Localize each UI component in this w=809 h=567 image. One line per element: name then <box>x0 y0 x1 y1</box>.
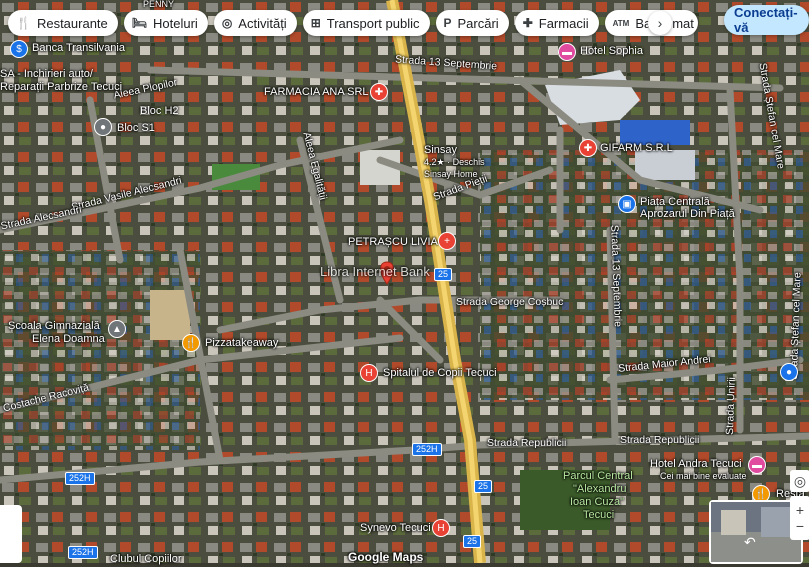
street-label: Strada Republicii <box>487 437 567 449</box>
restaurant-icon[interactable]: 🍴 <box>182 334 200 352</box>
chip-label: Parcări <box>457 15 499 31</box>
place-rating: 4.2★ · Deschis <box>424 157 485 167</box>
street-label: Strada George Coșbuc <box>456 296 564 308</box>
building-icon[interactable]: ● <box>94 118 112 136</box>
school-icon[interactable]: ▲ <box>108 320 126 338</box>
place-label[interactable]: Clubul Copiilor <box>110 553 182 565</box>
place-label[interactable]: Piața Centrală <box>640 196 710 208</box>
place-subtitle: Cei mai bine evaluate <box>660 471 747 481</box>
place-label[interactable]: PETRAȘCU LIVIA <box>348 236 438 248</box>
road-shield: 25 <box>474 480 493 493</box>
pharmacy-icon[interactable]: ✚ <box>579 139 597 157</box>
zoom-controls[interactable]: + − <box>790 496 809 540</box>
layers-button[interactable] <box>0 505 22 563</box>
road-shield: 25 <box>463 535 482 548</box>
pharmacy-icon[interactable]: ✚ <box>370 83 388 101</box>
street-label: Strada Unirii <box>723 376 738 436</box>
chip-transit[interactable]: ⊞ Transport public <box>302 10 430 36</box>
chip-activities[interactable]: ◎ Activități <box>213 10 297 36</box>
medical-icon[interactable]: + <box>438 232 456 250</box>
zoom-in-icon[interactable]: + <box>796 502 804 518</box>
place-label[interactable]: GIFARM S.R.L <box>600 142 673 154</box>
pharmacy-icon: ✚ <box>522 16 533 30</box>
chip-label: Activități <box>238 15 287 31</box>
chip-pharmacies[interactable]: ✚ Farmacii <box>514 10 599 36</box>
road-shield: 252H <box>412 443 442 456</box>
place-label[interactable]: FARMACIA ANA SRL <box>264 86 369 98</box>
place-label[interactable]: SA - Inchirieri auto/ <box>0 68 93 80</box>
chip-label: Transport public <box>326 15 420 31</box>
road-shield: 252H <box>65 472 95 485</box>
zoom-out-icon[interactable]: − <box>796 518 804 534</box>
road-shield: 252H <box>68 546 98 559</box>
place-label[interactable]: Bloc H2 <box>140 105 179 117</box>
chip-label: Restaurante <box>36 15 108 31</box>
hospital-icon[interactable]: H <box>360 364 378 382</box>
chevron-right-icon[interactable]: › <box>648 11 672 35</box>
svg-text:↶: ↶ <box>744 535 756 551</box>
place-label[interactable]: Bloc S1 <box>117 122 155 134</box>
chip-label: Farmacii <box>538 15 589 31</box>
place-label[interactable]: Elena Doamna <box>32 333 105 345</box>
medical-icon[interactable]: H <box>432 519 450 537</box>
street-view-thumbnail[interactable]: ↶ <box>709 500 803 564</box>
restaurant-icon: 🍴 <box>16 16 31 30</box>
place-category: Sinsay Home <box>424 169 478 179</box>
shop-icon[interactable]: ▣ <box>618 195 636 213</box>
place-label[interactable]: Hotel Andra Tecuci <box>650 458 742 470</box>
category-chips: 🍴 Restaurante 🛏 Hoteluri ◎ Activități ⊞ Tran… <box>8 10 698 38</box>
place-label[interactable]: Libra Internet Bank <box>320 264 430 279</box>
place-label[interactable]: Synevo Tecuci <box>360 522 431 534</box>
place-label[interactable]: Spitalul de Copii Tecuci <box>383 367 497 379</box>
parking-icon: P <box>443 16 452 30</box>
camera-icon: ◎ <box>221 16 233 30</box>
place-label[interactable]: Sinsay <box>424 144 457 156</box>
hotel-icon[interactable]: ▬ <box>558 43 576 61</box>
chip-label: Hoteluri <box>153 15 198 31</box>
place-label[interactable]: Tecuci <box>583 509 614 521</box>
place-label[interactable]: Pizzatakeaway <box>205 337 278 349</box>
compass-icon[interactable]: ◎ <box>790 470 809 492</box>
google-logo: Google Maps <box>348 550 424 564</box>
transit-icon: ⊞ <box>310 16 321 30</box>
hotel-icon: 🛏 <box>131 16 148 30</box>
place-label[interactable]: Parcul Central <box>563 470 633 482</box>
street-label: Strada Republicii <box>620 434 700 446</box>
place-label[interactable]: Școala Gimnazială <box>8 320 100 332</box>
bank-icon[interactable]: $ <box>10 40 28 58</box>
place-label-clipped: PENNY <box>143 0 175 9</box>
place-label[interactable]: Ioan Cuza" <box>570 496 624 508</box>
place-label[interactable]: Aprozarul Din Piață <box>640 208 735 220</box>
place-label[interactable]: Hotel Sophia <box>580 45 643 57</box>
street-view-preview-icon: ↶ <box>711 502 801 562</box>
hotel-icon[interactable]: ▬ <box>748 456 766 474</box>
place-label[interactable]: "Alexandru <box>573 483 626 495</box>
atm-icon: ATM <box>612 18 630 28</box>
chip-parking[interactable]: P Parcări <box>435 10 509 36</box>
place-label[interactable]: Banca Transilvania <box>32 42 125 54</box>
chip-hotels[interactable]: 🛏 Hoteluri <box>123 10 208 36</box>
sign-in-button[interactable]: Conectați-vă <box>724 5 809 35</box>
chip-restaurants[interactable]: 🍴 Restaurante <box>8 10 118 36</box>
place-label[interactable]: Reparații Parbrize Tecuci <box>0 81 122 93</box>
road-shield: 25 <box>434 268 453 281</box>
place-icon[interactable]: ● <box>780 363 798 381</box>
